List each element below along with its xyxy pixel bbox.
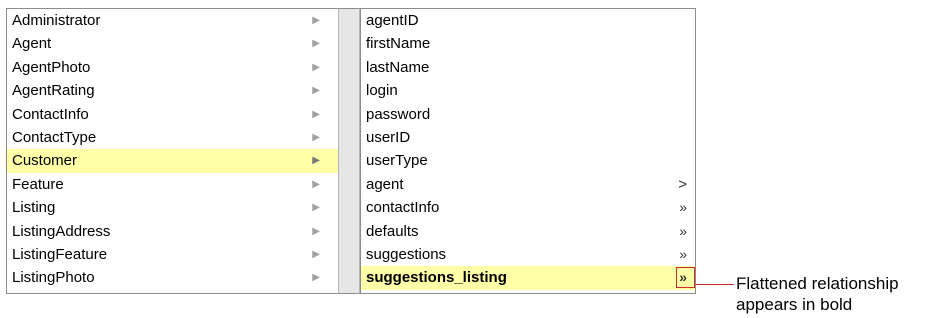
entity-column-scrollbar[interactable] bbox=[338, 8, 360, 294]
property-label: agent bbox=[366, 175, 404, 193]
triangle-right-icon: ▶ bbox=[312, 85, 320, 97]
triangle-right-icon: ▶ bbox=[312, 108, 320, 120]
property-label: firstName bbox=[366, 35, 431, 53]
property-item-defaults[interactable]: defaults » bbox=[361, 220, 695, 243]
entity-item-feature[interactable]: Feature ▶ bbox=[7, 173, 338, 196]
entity-item-agentphoto[interactable]: AgentPhoto ▶ bbox=[7, 56, 338, 79]
entity-item-agent[interactable]: Agent ▶ bbox=[7, 32, 338, 55]
entity-item-listingphoto[interactable]: ListingPhoto ▶ bbox=[7, 266, 338, 289]
triangle-right-icon: ▶ bbox=[312, 61, 320, 73]
property-label: lastName bbox=[366, 58, 430, 76]
property-label: userType bbox=[366, 152, 428, 170]
entity-item-customer[interactable]: Customer ▶ bbox=[7, 149, 338, 173]
property-item-firstname[interactable]: firstName bbox=[361, 32, 695, 55]
property-item-agentid[interactable]: agentID bbox=[361, 9, 695, 32]
property-label: login bbox=[366, 82, 398, 100]
property-item-password[interactable]: password bbox=[361, 103, 695, 126]
property-label: agentID bbox=[366, 12, 419, 29]
entity-label: ListingAddress bbox=[12, 222, 111, 240]
entity-label: Listing bbox=[12, 199, 56, 217]
property-label: userID bbox=[366, 128, 411, 146]
entity-item-listingaddress[interactable]: ListingAddress ▶ bbox=[7, 220, 338, 243]
entity-column: Administrator ▶ Agent ▶ AgentPhoto ▶ Age… bbox=[6, 8, 338, 294]
triangle-right-icon: ▶ bbox=[312, 225, 320, 237]
property-item-agent[interactable]: agent > bbox=[361, 173, 695, 196]
triangle-right-icon: ▶ bbox=[312, 178, 320, 190]
callout-leader-line bbox=[696, 284, 734, 285]
entity-label: Administrator bbox=[12, 12, 101, 29]
triangle-right-icon: ▶ bbox=[312, 202, 320, 214]
to-many-relationship-icon: » bbox=[679, 199, 687, 216]
entity-label: Agent bbox=[12, 35, 52, 53]
property-label: password bbox=[366, 105, 431, 123]
callout-highlight-box bbox=[676, 267, 695, 289]
property-item-userid[interactable]: userID bbox=[361, 126, 695, 149]
entity-item-listing[interactable]: Listing ▶ bbox=[7, 196, 338, 219]
model-browser: Administrator ▶ Agent ▶ AgentPhoto ▶ Age… bbox=[6, 8, 696, 298]
callout-line-2: appears in bold bbox=[736, 295, 853, 314]
property-item-lastname[interactable]: lastName bbox=[361, 56, 695, 79]
entity-item-administrator[interactable]: Administrator ▶ bbox=[7, 9, 338, 32]
to-many-relationship-icon: » bbox=[679, 245, 687, 262]
triangle-right-icon: ▶ bbox=[312, 15, 320, 26]
property-item-usertype[interactable]: userType bbox=[361, 149, 695, 172]
entity-label: ContactInfo bbox=[12, 105, 89, 123]
entity-label: AgentRating bbox=[12, 82, 95, 100]
entity-label: ListingPhoto bbox=[12, 269, 95, 287]
triangle-right-icon: ▶ bbox=[312, 155, 320, 167]
callout-annotation: Flattened relationship appears in bold bbox=[736, 273, 899, 315]
property-label: defaults bbox=[366, 222, 419, 240]
entity-label: AgentPhoto bbox=[12, 58, 91, 76]
entity-label: Customer bbox=[12, 152, 78, 170]
entity-item-contactinfo[interactable]: ContactInfo ▶ bbox=[7, 103, 338, 126]
triangle-right-icon: ▶ bbox=[312, 248, 320, 260]
to-one-relationship-icon: > bbox=[678, 175, 687, 193]
entity-label: ListingFeature bbox=[12, 245, 108, 263]
property-item-login[interactable]: login bbox=[361, 79, 695, 102]
property-label: contactInfo bbox=[366, 199, 440, 217]
property-item-contactinfo[interactable]: contactInfo » bbox=[361, 196, 695, 219]
entity-item-agentrating[interactable]: AgentRating ▶ bbox=[7, 79, 338, 102]
triangle-right-icon: ▶ bbox=[312, 38, 320, 50]
property-item-suggestions[interactable]: suggestions » bbox=[361, 243, 695, 266]
entity-label: ContactType bbox=[12, 128, 97, 146]
entity-item-listingfeature[interactable]: ListingFeature ▶ bbox=[7, 243, 338, 266]
property-label: suggestions_listing bbox=[366, 269, 507, 287]
callout-line-1: Flattened relationship bbox=[736, 274, 899, 293]
to-many-relationship-icon: » bbox=[679, 222, 687, 239]
entity-label: Feature bbox=[12, 175, 64, 193]
entity-item-contacttype[interactable]: ContactType ▶ bbox=[7, 126, 338, 149]
property-column: agentID firstName lastName login passwor… bbox=[360, 8, 696, 294]
property-label: suggestions bbox=[366, 245, 447, 263]
triangle-right-icon: ▶ bbox=[312, 131, 320, 143]
triangle-right-icon: ▶ bbox=[312, 272, 320, 284]
property-item-suggestions-listing[interactable]: suggestions_listing » bbox=[361, 266, 695, 290]
